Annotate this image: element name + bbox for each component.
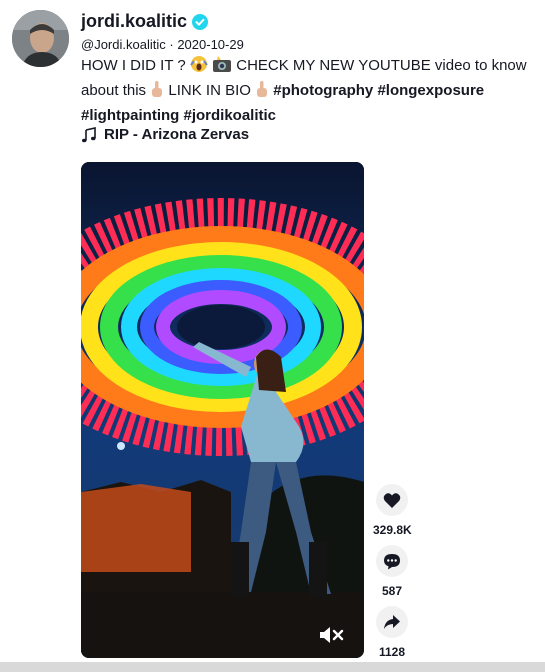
horizontal-scrollbar[interactable]: [0, 662, 545, 672]
username-row: jordi.koalitic: [81, 11, 209, 32]
share-button[interactable]: [376, 606, 408, 638]
comment-count: 587: [381, 584, 403, 598]
hashtag-link[interactable]: #jordikoalitic: [184, 107, 277, 124]
caption-text-1: HOW I DID IT ?: [81, 57, 186, 74]
like-button[interactable]: [376, 484, 408, 516]
mute-icon[interactable]: [318, 624, 344, 646]
separator: ·: [169, 37, 174, 52]
username[interactable]: jordi.koalitic: [81, 11, 187, 32]
comment-icon: [384, 553, 400, 569]
avatar[interactable]: [12, 10, 69, 67]
like-count: 329.8K: [373, 523, 412, 537]
camera-flash-icon: [212, 55, 232, 80]
hashtag-link[interactable]: #lightpainting: [81, 107, 179, 124]
share-count: 1128: [378, 645, 406, 659]
comment-button[interactable]: [376, 545, 408, 577]
handle-date-row: @Jordi.koalitic · 2020-10-29: [81, 37, 244, 52]
hashtag-link[interactable]: #longexposure: [377, 82, 484, 99]
user-handle: @Jordi.koalitic: [81, 37, 166, 52]
music-title: RIP - Arizona Zervas: [104, 126, 250, 143]
hashtag-link[interactable]: #photography: [273, 82, 373, 99]
post-caption: HOW I DID IT ? CHECK MY NEW YOUTUBE vide…: [81, 55, 536, 127]
video-frame: [81, 162, 364, 658]
share-icon: [384, 615, 400, 629]
heart-icon: [383, 492, 401, 508]
pointing-up-hand-icon: [150, 80, 164, 105]
video-player[interactable]: [81, 162, 364, 658]
music-note-icon: [82, 126, 96, 142]
pointing-up-hand-icon-2: [255, 80, 269, 105]
action-bar: 329.8K 587 1128: [373, 484, 412, 667]
link-in-bio-text: LINK IN BIO: [168, 82, 251, 99]
music-link[interactable]: RIP - Arizona Zervas: [81, 126, 249, 143]
verified-badge-icon: [192, 13, 209, 30]
post-date: 2020-10-29: [177, 37, 244, 52]
screaming-face-icon: [190, 55, 208, 80]
